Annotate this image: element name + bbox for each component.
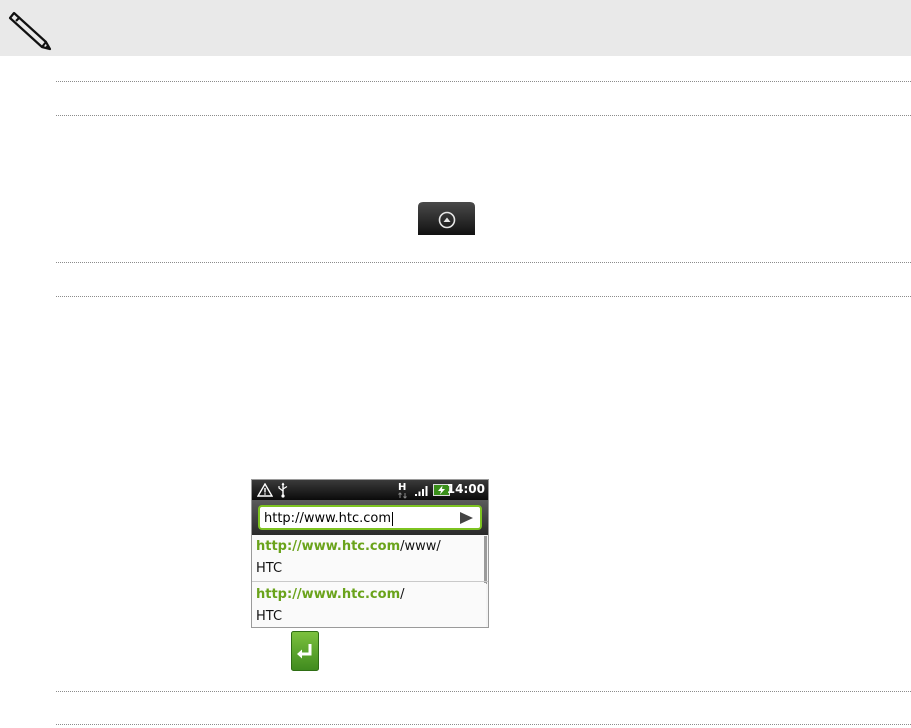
url-input-text: http://www.htc.com xyxy=(264,511,394,526)
divider xyxy=(56,81,911,82)
home-key xyxy=(418,202,475,235)
warning-icon xyxy=(257,483,273,497)
suggestion-title: HTC xyxy=(256,609,283,624)
pencil-icon xyxy=(8,11,52,51)
status-time: 14:00 xyxy=(446,482,485,496)
suggestion-title: HTC xyxy=(256,561,283,576)
note-bar xyxy=(0,0,911,56)
url-bar: http://www.htc.com xyxy=(252,500,488,535)
signal-icon xyxy=(415,486,428,496)
suggestion-item[interactable]: http://www.htc.com/ HTC xyxy=(252,583,486,627)
suggestion-url: http://www.htc.com/www/ xyxy=(256,539,441,554)
suggestion-url-match: http://www.htc.com xyxy=(256,539,401,554)
suggestion-url-match: http://www.htc.com xyxy=(256,587,401,602)
suggestion-url: http://www.htc.com/ xyxy=(256,587,405,602)
play-arrow-icon[interactable] xyxy=(458,511,474,525)
divider xyxy=(252,581,488,582)
divider xyxy=(56,262,911,263)
scrollbar[interactable] xyxy=(484,536,487,584)
usb-icon xyxy=(278,482,288,498)
hspa-data-icon: H xyxy=(398,482,407,499)
divider xyxy=(56,296,911,297)
suggestion-url-rest: /www/ xyxy=(400,539,441,554)
url-value: http://www.htc.com xyxy=(264,511,392,526)
svg-text:H: H xyxy=(398,482,406,493)
phone-screenshot: H 14:00 http://www.htc.com http://www.ht… xyxy=(251,479,489,628)
url-input[interactable]: http://www.htc.com xyxy=(258,505,482,530)
suggestion-url-rest: / xyxy=(400,587,405,602)
suggestion-item[interactable]: http://www.htc.com/www/ HTC xyxy=(252,535,486,583)
status-bar: H 14:00 xyxy=(252,480,488,500)
divider xyxy=(56,724,911,725)
enter-key xyxy=(291,631,319,671)
text-cursor xyxy=(392,511,394,526)
divider xyxy=(56,115,911,116)
divider xyxy=(56,691,911,692)
